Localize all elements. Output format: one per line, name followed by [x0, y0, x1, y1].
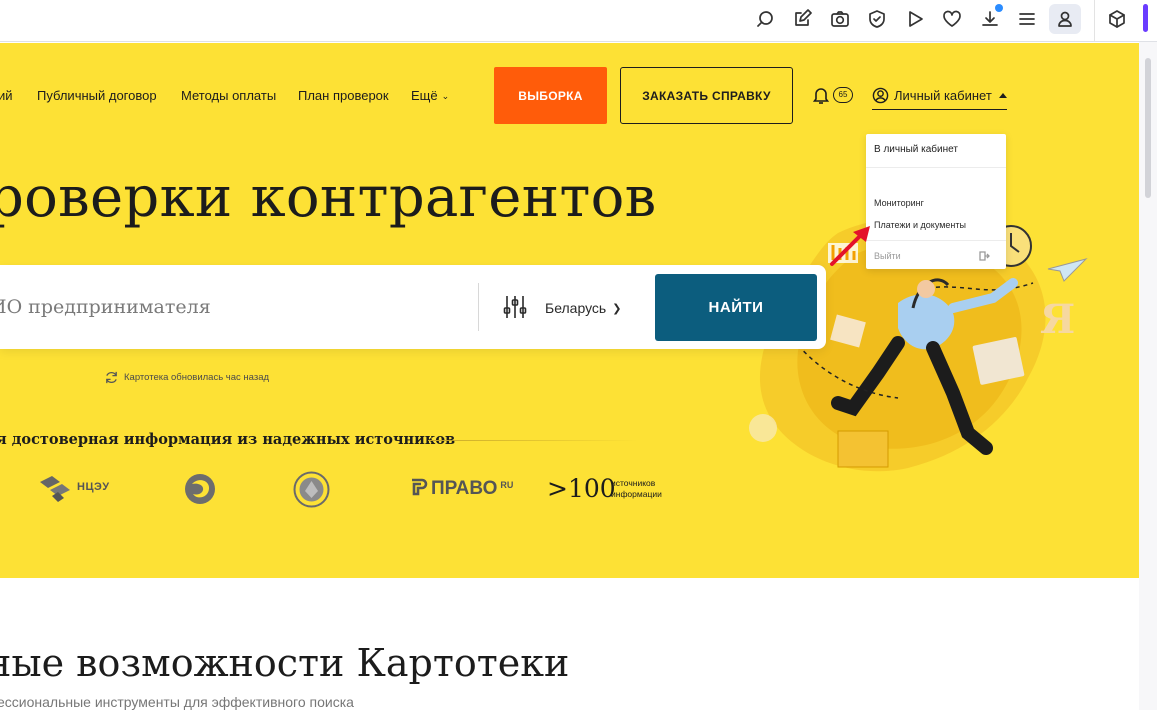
- country-select[interactable]: Беларусь ❯: [545, 300, 621, 316]
- search-page-icon[interactable]: [749, 4, 781, 34]
- sources-count-caption: источников информации: [611, 478, 662, 499]
- country-value: Беларусь: [545, 300, 607, 316]
- find-button[interactable]: НАЙТИ: [655, 274, 817, 341]
- download-icon[interactable]: [974, 4, 1006, 34]
- search-input[interactable]: [0, 265, 478, 349]
- toolbar-separator: [1094, 0, 1095, 42]
- update-status: Картотека обновилась час назад: [104, 370, 269, 385]
- cabinet-label: Личный кабинет: [894, 88, 992, 103]
- heart-icon[interactable]: [936, 4, 968, 34]
- dropdown-item-payments[interactable]: Платежи и документы: [874, 220, 966, 230]
- circle-logo: [185, 474, 215, 504]
- sources-title: я достоверная информация из надежных ист…: [0, 431, 456, 448]
- camera-icon[interactable]: [824, 4, 856, 34]
- cabinet-dropdown: В личный кабинет Мониторинг Платежи и до…: [866, 134, 1006, 269]
- features-title: ные возможности Картотеки: [0, 641, 570, 685]
- emblem-logo: [293, 471, 330, 508]
- shield-icon[interactable]: [861, 4, 893, 34]
- pravo-mark-icon: [412, 478, 428, 496]
- refresh-icon: [106, 371, 117, 384]
- ncze-label: НЦЭУ: [77, 481, 110, 493]
- logout-icon: [978, 249, 990, 261]
- search-separator: [478, 283, 479, 331]
- pravo-logo: ПРАВО RU: [410, 478, 513, 500]
- bell-icon[interactable]: [811, 85, 831, 105]
- filter-sliders-icon[interactable]: [503, 294, 527, 320]
- sources-divider: [428, 440, 638, 441]
- nav-item-inspection-plan[interactable]: План проверок: [298, 88, 389, 103]
- pravo-label: ПРАВО: [431, 478, 498, 499]
- chevron-down-icon: ⌄: [441, 91, 450, 101]
- caret-up-icon: [998, 93, 1007, 98]
- dropdown-item-monitoring[interactable]: Мониторинг: [874, 198, 924, 208]
- dropdown-go-to-cabinet[interactable]: В личный кабинет: [874, 144, 958, 155]
- notifications-badge[interactable]: 65: [833, 87, 853, 103]
- dropdown-logout[interactable]: Выйти: [874, 251, 901, 261]
- cube-icon[interactable]: [1101, 4, 1133, 34]
- sidebar-accent-bar[interactable]: [1143, 4, 1148, 32]
- page-scrollbar-thumb[interactable]: [1145, 58, 1151, 198]
- pravo-suffix: RU: [500, 480, 514, 490]
- hero-headline: роверки контрагентов: [0, 165, 657, 230]
- play-icon[interactable]: [899, 4, 931, 34]
- menu-icon[interactable]: [1011, 4, 1043, 34]
- profile-icon[interactable]: [1049, 4, 1081, 34]
- red-arrow-annotation: [830, 226, 870, 266]
- svg-text:Я: Я: [1040, 296, 1075, 343]
- ncze-logo: [40, 476, 70, 502]
- user-icon: [872, 87, 889, 104]
- browser-toolbar: [0, 0, 1157, 42]
- nav-item-public-contract[interactable]: Публичный договор: [37, 88, 157, 103]
- vyborka-button[interactable]: ВЫБОРКА: [494, 67, 607, 124]
- dropdown-divider: [866, 240, 1006, 241]
- personal-cabinet-menu[interactable]: Личный кабинет: [872, 86, 1007, 110]
- nav-item-payment-methods[interactable]: Методы оплаты: [181, 88, 276, 103]
- features-subtitle: ессиональные инструменты для эффективног…: [0, 694, 354, 710]
- dropdown-divider: [866, 167, 1006, 168]
- sources-count: >100: [547, 474, 616, 503]
- nav-item-more[interactable]: Ещё ⌄: [411, 88, 449, 103]
- nav-more-label: Ещё: [411, 88, 438, 103]
- chevron-down-icon: ❯: [612, 302, 622, 315]
- nav-item-truncated[interactable]: ий: [0, 88, 13, 103]
- edit-icon[interactable]: [786, 4, 818, 34]
- update-status-text: Картотека обновилась час назад: [124, 372, 270, 383]
- order-report-button[interactable]: ЗАКАЗАТЬ СПРАВКУ: [620, 67, 793, 124]
- download-badge: [995, 4, 1003, 12]
